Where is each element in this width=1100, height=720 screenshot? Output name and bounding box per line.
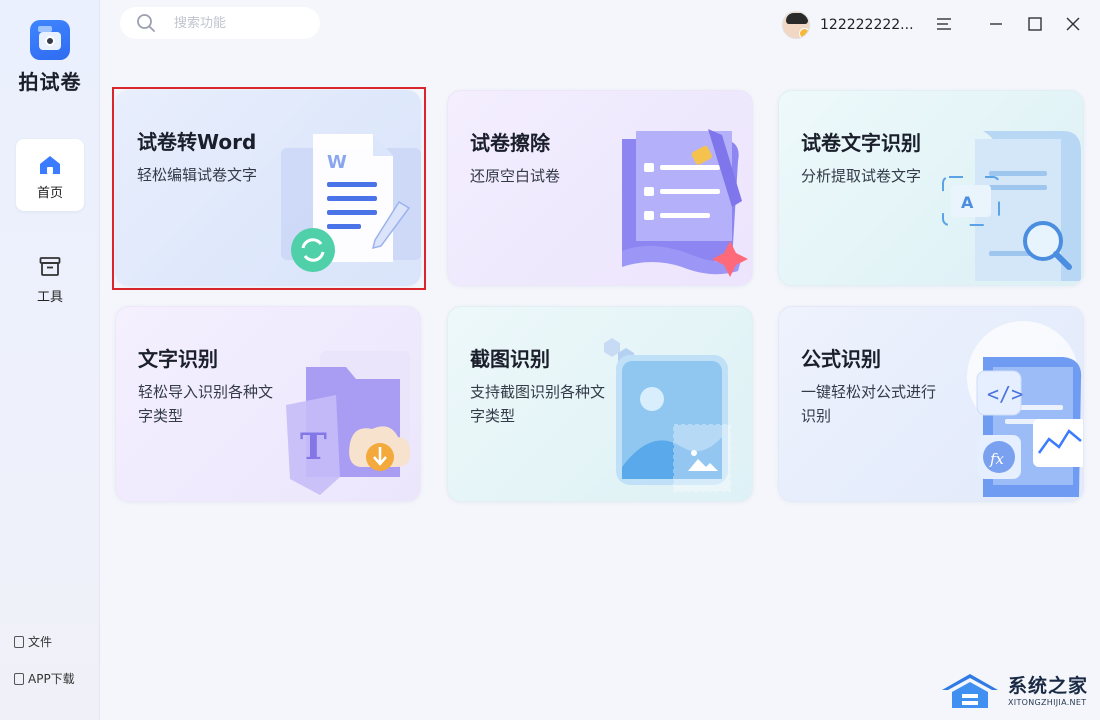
card-screenshot-recognition[interactable]: 截图识别 支持截图识别各种文字类型 bbox=[447, 306, 753, 502]
svg-text:A: A bbox=[961, 193, 974, 212]
close-icon[interactable] bbox=[1061, 12, 1085, 36]
search-icon bbox=[137, 14, 155, 32]
user-name: 122222222... bbox=[820, 17, 914, 33]
toolbox-icon bbox=[39, 257, 61, 276]
card-paper-to-word[interactable]: W 试卷转Word 轻松编辑试卷文字 bbox=[115, 90, 421, 286]
card-title: 文字识别 bbox=[138, 347, 218, 371]
sidebar-item-home[interactable]: 首页 bbox=[16, 139, 84, 211]
search-input[interactable] bbox=[174, 15, 294, 31]
user-account[interactable]: 122222222... bbox=[782, 10, 914, 40]
card-desc: 分析提取试卷文字 bbox=[801, 167, 922, 185]
sidebar-link-label: 文件 bbox=[28, 635, 53, 649]
card-title: 试卷转Word bbox=[137, 130, 257, 154]
sidebar-link-file[interactable]: 文件 bbox=[14, 633, 52, 650]
file-icon bbox=[14, 635, 24, 648]
app-name: 拍试卷 bbox=[18, 70, 82, 94]
card-paper-text-recognition[interactable]: A 试卷文字识别 分析提取试卷文字 bbox=[778, 90, 1084, 286]
card-title: 试卷文字识别 bbox=[801, 131, 921, 155]
svg-text:T: T bbox=[300, 426, 327, 468]
sidebar-link-app-download[interactable]: APP下载 bbox=[14, 670, 75, 687]
svg-text:fx: fx bbox=[989, 450, 1005, 468]
sidebar-item-label: 首页 bbox=[36, 186, 63, 201]
sidebar-item-label: 工具 bbox=[36, 290, 63, 305]
watermark: 系统之家 XITONGZHIJIA.NET bbox=[938, 668, 1098, 716]
scan-document-illustration: A bbox=[942, 131, 1081, 281]
sidebar-link-label: APP下载 bbox=[28, 672, 75, 686]
card-desc: 支持截图识别各种文字类型 bbox=[470, 383, 606, 425]
card-desc: 还原空白试卷 bbox=[470, 167, 561, 185]
phone-icon bbox=[14, 672, 24, 685]
card-title: 截图识别 bbox=[470, 347, 550, 371]
app-logo-icon bbox=[30, 20, 70, 60]
avatar bbox=[782, 11, 810, 39]
svg-text:</>: </> bbox=[987, 382, 1023, 406]
home-icon bbox=[40, 156, 60, 174]
watermark-subtext: XITONGZHIJIA.NET bbox=[1008, 698, 1087, 707]
card-title: 试卷擦除 bbox=[470, 131, 550, 155]
sidebar: 拍试卷 首页 工具 文件 APP下载 bbox=[0, 0, 100, 720]
vip-badge-icon bbox=[799, 28, 809, 38]
card-desc: 一键轻松对公式进行识别 bbox=[801, 383, 937, 425]
card-desc: 轻松编辑试卷文字 bbox=[137, 166, 258, 184]
card-desc: 轻松导入识别各种文字类型 bbox=[138, 383, 274, 425]
menu-icon[interactable] bbox=[932, 12, 956, 36]
card-paper-erase[interactable]: 试卷擦除 还原空白试卷 bbox=[447, 90, 753, 286]
watermark-house-icon bbox=[942, 674, 998, 708]
search-box[interactable] bbox=[120, 7, 320, 39]
watermark-text: 系统之家 bbox=[1008, 675, 1089, 697]
sidebar-item-tools[interactable]: 工具 bbox=[16, 243, 84, 315]
maximize-icon[interactable] bbox=[1023, 12, 1047, 36]
card-title: 公式识别 bbox=[801, 347, 881, 371]
card-text-recognition[interactable]: T 文字识别 轻松导入识别各种文字类型 bbox=[115, 306, 421, 502]
eraser-scroll-illustration bbox=[622, 129, 748, 277]
card-formula-recognition[interactable]: </> fx 公式识别 一键轻松对公式进行识别 bbox=[778, 306, 1084, 502]
minimize-icon[interactable] bbox=[984, 12, 1008, 36]
svg-text:W: W bbox=[327, 152, 347, 173]
word-document-illustration: W bbox=[281, 134, 421, 272]
